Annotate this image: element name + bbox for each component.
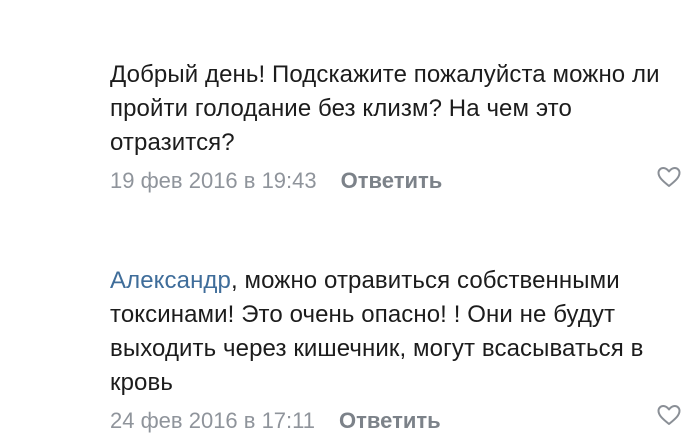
reply-button[interactable]: Ответить [339,406,441,436]
heart-icon[interactable] [656,403,682,427]
reply-button[interactable]: Ответить [341,166,443,196]
comment-author-link[interactable]: Александр [110,267,231,294]
comment-text: Александр, можно отравиться собственными… [110,264,680,400]
comment-meta: 24 фев 2016 в 17:11 Ответить [110,403,682,436]
comment-item: Добрый день! Подскажите пожалуйста можно… [110,58,682,196]
comment-timestamp: 24 фев 2016 в 17:11 [110,408,315,433]
comment-item: Александр, можно отравиться собственными… [110,264,682,436]
comment-text: Добрый день! Подскажите пожалуйста можно… [110,61,660,156]
heart-icon[interactable] [656,165,682,189]
comment-meta: 19 фев 2016 в 19:43 Ответить [110,165,682,196]
comment-timestamp: 19 фев 2016 в 19:43 [110,168,317,193]
